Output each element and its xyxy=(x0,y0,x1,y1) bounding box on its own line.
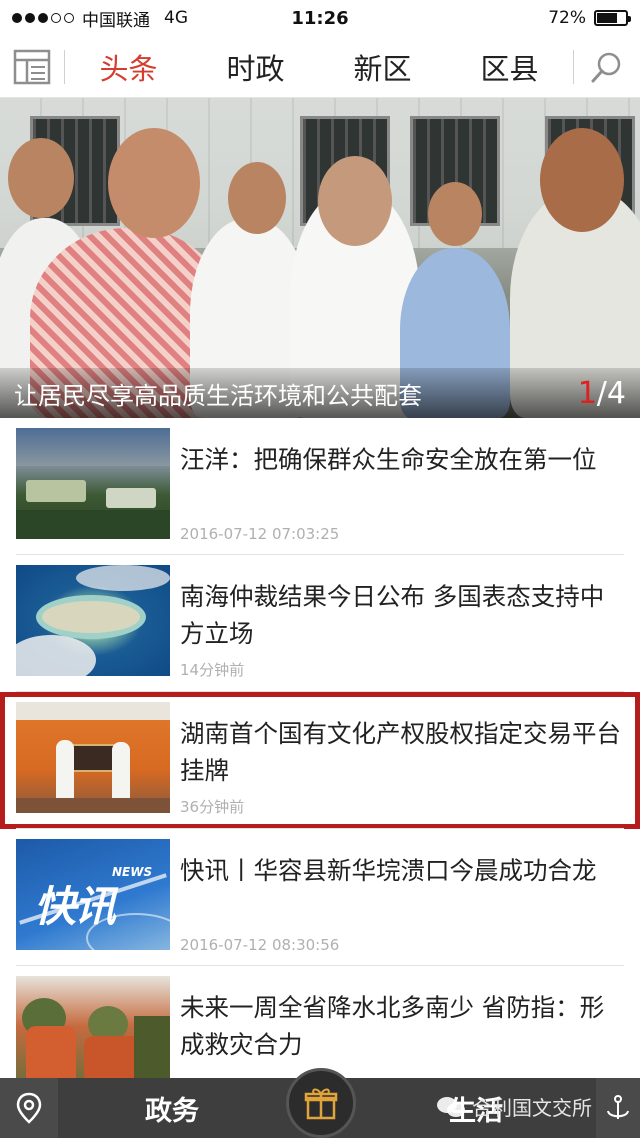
gift-icon[interactable] xyxy=(286,1068,356,1138)
news-title: 湖南首个国有文化产权股权指定交易平台挂牌 xyxy=(180,719,621,785)
hero-caption: 让居民尽享高品质生活环境和公共配套 xyxy=(14,381,422,410)
news-title: 未来一周全省降水北多南少 省防指：形成救灾合力 xyxy=(180,993,605,1059)
anchor-icon[interactable] xyxy=(596,1078,640,1138)
news-thumbnail xyxy=(16,702,170,813)
tab-headlines[interactable]: 头条 xyxy=(89,40,167,94)
search-icon[interactable] xyxy=(574,36,640,98)
thumb-news-label: NEWS xyxy=(112,865,153,879)
network-type: 4G xyxy=(164,8,188,28)
carrier-name: 中国联通 xyxy=(82,10,150,31)
list-item[interactable]: 湖南首个国有文化产权股权指定交易平台挂牌 36分钟前 xyxy=(0,692,640,829)
battery-percent: 72% xyxy=(548,8,586,28)
signal-strength-icon xyxy=(12,13,74,23)
location-pin-icon[interactable] xyxy=(0,1078,58,1138)
news-title: 快讯丨华容县新华垸溃口今晨成功合龙 xyxy=(180,856,597,885)
news-time: 2016-07-12 07:03:25 xyxy=(180,525,340,543)
tab-life[interactable]: 生活 xyxy=(449,1089,503,1128)
status-bar: 中国联通 4G 11:26 72% xyxy=(0,0,640,36)
list-item[interactable]: NEWS 快讯 快讯丨华容县新华垸溃口今晨成功合龙 2016-07-12 08:… xyxy=(0,829,640,966)
news-title: 南海仲裁结果今日公布 多国表态支持中方立场 xyxy=(180,582,605,648)
news-thumbnail xyxy=(16,565,170,676)
news-title: 汪洋：把确保群众生命安全放在第一位 xyxy=(180,445,597,474)
tab-politics[interactable]: 时政 xyxy=(216,40,294,94)
news-time: 14分钟前 xyxy=(180,661,245,679)
thumb-kuaixun-label: 快讯 xyxy=(34,882,116,931)
news-list: 汪洋：把确保群众生命安全放在第一位 2016-07-12 07:03:25 南海… xyxy=(0,418,640,1103)
tab-new-district[interactable]: 新区 xyxy=(343,40,421,94)
hero-pager: 1/4 xyxy=(577,375,626,411)
news-time: 2016-07-12 08:30:56 xyxy=(180,936,340,954)
list-item[interactable]: 南海仲裁结果今日公布 多国表态支持中方立场 14分钟前 xyxy=(0,555,640,692)
news-thumbnail: NEWS 快讯 xyxy=(16,839,170,950)
top-nav: 头条 时政 新区 区县 xyxy=(0,36,640,98)
hero-carousel[interactable]: 让居民尽享高品质生活环境和公共配套 1/4 xyxy=(0,98,640,418)
news-thumbnail xyxy=(16,976,170,1087)
news-thumbnail xyxy=(16,428,170,539)
battery-icon xyxy=(594,10,631,26)
layout-grid-icon[interactable] xyxy=(0,36,64,98)
channel-tabs: 头条 时政 新区 区县 xyxy=(65,40,573,94)
tab-government-affairs[interactable]: 政务 xyxy=(145,1089,199,1128)
news-time: 36分钟前 xyxy=(180,798,245,816)
list-item[interactable]: 汪洋：把确保群众生命安全放在第一位 2016-07-12 07:03:25 xyxy=(0,418,640,555)
tab-counties[interactable]: 区县 xyxy=(470,40,548,94)
